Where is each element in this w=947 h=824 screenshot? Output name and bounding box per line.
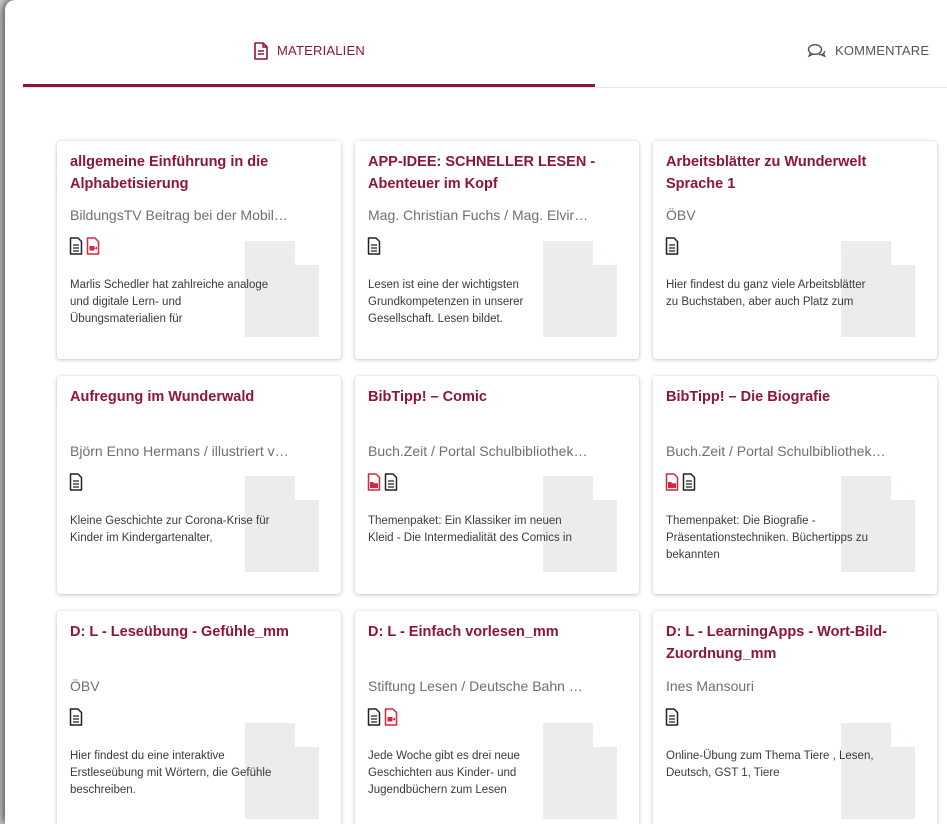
card-description: Online-Übung zum Thema Tiere , Lesen, De…	[666, 750, 874, 779]
tab-materialien-label: MATERIALIEN	[277, 43, 365, 58]
card-description: Themenpaket: Ein Klassiker im neuen Klei…	[368, 515, 572, 544]
card-author: Stiftung Lesen / Deutsche Bahn …	[368, 678, 583, 694]
card-author: BildungsTV Beitrag bei der Mobil…	[70, 207, 288, 223]
card-title[interactable]: D: L - LearningApps - Wort-Bild-Zuordnun…	[666, 621, 924, 665]
tab-bar: MATERIALIEN KOMMENTARE	[23, 14, 947, 88]
card-author: Buch.Zeit / Portal Schulbibliothek…	[368, 443, 588, 459]
card-author: ÖBV	[70, 678, 100, 694]
tab-materialien[interactable]: MATERIALIEN	[23, 14, 595, 87]
card-author: Björn Enno Hermans / illustriert v…	[70, 443, 289, 459]
card-title[interactable]: Aufregung im Wunderwald	[70, 386, 328, 408]
tab-kommentare-label: KOMMENTARE	[835, 43, 930, 58]
material-card[interactable]: BibTipp! – Die Biografie Buch.Zeit / Por…	[653, 376, 937, 594]
card-title[interactable]: D: L - Einfach vorlesen_mm	[368, 621, 626, 643]
material-card[interactable]: D: L - LearningApps - Wort-Bild-Zuordnun…	[653, 611, 937, 824]
document-icon	[253, 41, 269, 60]
material-card[interactable]: Arbeitsblätter zu Wunderwelt Sprache 1 Ö…	[653, 141, 937, 359]
card-title[interactable]: BibTipp! – Comic	[368, 386, 626, 408]
document-icon	[69, 237, 83, 255]
document-icon	[69, 473, 83, 491]
card-title[interactable]: D: L - Leseübung - Gefühle_mm	[70, 621, 328, 643]
material-card[interactable]: D: L - Leseübung - Gefühle_mm ÖBV Hier f…	[57, 611, 341, 824]
card-title[interactable]: APP-IDEE: SCHNELLER LESEN - Abenteuer im…	[368, 151, 626, 195]
comments-icon	[807, 43, 827, 59]
card-description: Marlis Schedler hat zahlreiche analoge u…	[70, 279, 269, 325]
material-card[interactable]: D: L - Einfach vorlesen_mm Stiftung Lese…	[355, 611, 639, 824]
card-author: Buch.Zeit / Portal Schulbibliothek…	[666, 443, 886, 459]
card-description: Hier findest du eine interaktive Erstles…	[70, 750, 272, 796]
card-description: Lesen ist eine der wichtigsten Grundkomp…	[368, 279, 524, 325]
folder-file-icon	[665, 473, 679, 491]
document-icon	[384, 473, 398, 491]
document-icon	[69, 708, 83, 726]
card-title[interactable]: Arbeitsblätter zu Wunderwelt Sprache 1	[666, 151, 924, 195]
document-icon	[665, 237, 679, 255]
material-card[interactable]: Aufregung im Wunderwald Björn Enno Herma…	[57, 376, 341, 594]
video-file-icon	[384, 708, 398, 726]
tab-kommentare[interactable]: KOMMENTARE	[595, 14, 947, 87]
card-author: Ines Mansouri	[666, 678, 754, 694]
app-window: MATERIALIEN KOMMENTARE allgemeine Einfüh…	[5, 0, 947, 824]
material-card[interactable]: BibTipp! – Comic Buch.Zeit / Portal Schu…	[355, 376, 639, 594]
document-icon	[665, 708, 679, 726]
card-description: Hier findest du ganz viele Arbeitsblätte…	[666, 279, 866, 308]
card-title[interactable]: allgemeine Einführung in die Alphabetisi…	[70, 151, 328, 195]
material-card[interactable]: allgemeine Einführung in die Alphabetisi…	[57, 141, 341, 359]
card-title[interactable]: BibTipp! – Die Biografie	[666, 386, 924, 408]
card-description: Jede Woche gibt es drei neue Geschichten…	[368, 750, 520, 796]
card-description: Themenpaket: Die Biografie - Präsentatio…	[666, 515, 869, 561]
material-card[interactable]: APP-IDEE: SCHNELLER LESEN - Abenteuer im…	[355, 141, 639, 359]
document-icon	[367, 708, 381, 726]
video-file-icon	[86, 237, 100, 255]
card-description: Kleine Geschichte zur Corona-Krise für K…	[70, 515, 270, 544]
document-icon	[367, 237, 381, 255]
active-tab-indicator	[23, 84, 595, 87]
card-author: ÖBV	[666, 207, 696, 223]
document-icon	[682, 473, 696, 491]
folder-file-icon	[367, 473, 381, 491]
card-author: Mag. Christian Fuchs / Mag. Elvir…	[368, 207, 589, 223]
